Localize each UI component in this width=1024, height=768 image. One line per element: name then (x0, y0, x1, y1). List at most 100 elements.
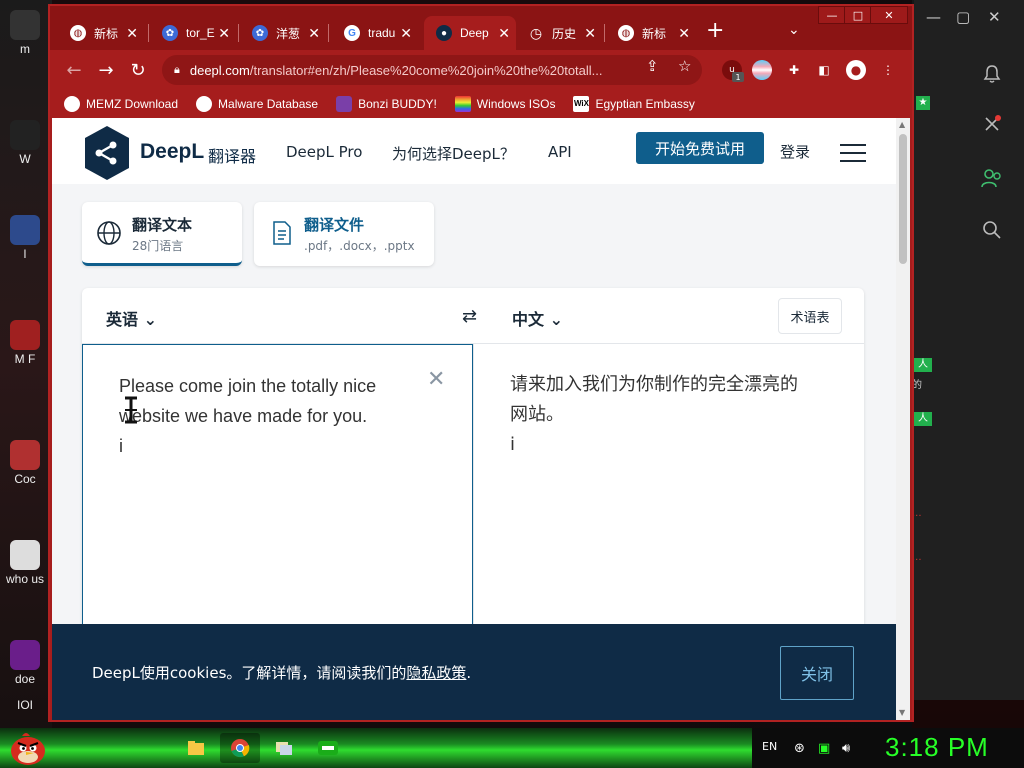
menu-kebab-icon[interactable]: ⋮ (878, 60, 898, 80)
nav-deepl-pro[interactable]: DeepL Pro (286, 143, 362, 161)
forward-arrow-icon[interactable]: → (94, 58, 118, 82)
taskbar-clock[interactable]: 3:18 PM (885, 732, 989, 763)
tab[interactable]: ✿ 洋葱 ✕ (240, 16, 326, 50)
deepl-logo-icon[interactable] (82, 124, 132, 182)
desktop-icon[interactable]: l (2, 215, 48, 261)
new-tab-button[interactable]: + (706, 20, 724, 42)
bookmark-item[interactable]: Bonzi BUDDY! (336, 96, 437, 112)
tab-active[interactable]: ● Deep ✕ (424, 16, 516, 50)
folder-icon (188, 741, 204, 755)
maximize-button[interactable]: □ (844, 6, 872, 24)
tools-icon[interactable] (976, 108, 1008, 140)
bookmarks-bar: MEMZ Download Malware Database Bonzi BUD… (50, 90, 912, 118)
target-text[interactable]: 请来加入我们为你制作的完全漂亮的网站。 i (510, 370, 810, 460)
taskbar-chrome[interactable] (220, 733, 260, 763)
bookmark-item[interactable]: MEMZ Download (64, 96, 178, 112)
input-language-indicator[interactable]: EN (762, 740, 777, 753)
minimize-icon[interactable]: — (926, 8, 941, 26)
target-text-content: 请来加入我们为你制作的完全漂亮的网站。 (510, 374, 798, 425)
close-tab-icon[interactable]: ✕ (584, 25, 596, 42)
cookie-close-button[interactable]: 关闭 (780, 646, 854, 700)
close-button[interactable]: ✕ (870, 6, 908, 24)
logo-text[interactable]: DeepL (140, 140, 204, 164)
lock-icon: 🔒︎ (174, 63, 180, 76)
profile-avatar-icon[interactable]: ● (846, 60, 866, 80)
web-page: DeepL 翻译器 DeepL Pro 为何选择DeepL？ API 开始免费试… (52, 118, 896, 720)
tab-translate-text[interactable]: 翻译文本 28门语言 (82, 202, 242, 266)
hamburger-menu-icon[interactable] (840, 144, 866, 162)
privacy-policy-link[interactable]: 隐私政策 (406, 664, 466, 682)
share-icon[interactable]: ⇪ (646, 57, 659, 75)
swap-languages-icon[interactable]: ⇄ (462, 306, 477, 327)
scrollbar-thumb[interactable] (899, 134, 907, 264)
bookmark-star-icon[interactable]: ☆ (678, 57, 691, 75)
desktop-icon[interactable]: IOI (2, 698, 48, 712)
target-language-select[interactable]: 中文 ⌄ (512, 306, 563, 330)
back-arrow-icon[interactable]: ← (62, 58, 86, 82)
bookmark-item[interactable]: Malware Database (196, 96, 318, 112)
mode-subtitle: 28门语言 (132, 239, 184, 253)
close-tab-icon[interactable]: ✕ (308, 25, 320, 42)
desktop-icon[interactable]: W (2, 120, 48, 166)
desktop-icon-label: m (20, 42, 30, 56)
search-icon[interactable] (976, 214, 1008, 246)
address-bar[interactable]: 🔒︎ deepl.com/translator#en/zh/Please%20c… (162, 55, 702, 85)
desktop-icon[interactable]: m (2, 10, 48, 56)
taskbar-app[interactable] (264, 733, 304, 763)
clear-text-icon[interactable]: ✕ (427, 367, 445, 392)
tab[interactable]: ◍ 新标 ✕ (606, 16, 696, 50)
bookmark-item[interactable]: WiX Egyptian Embassy (573, 96, 695, 112)
flag-extension-icon[interactable] (752, 60, 772, 80)
tab[interactable]: ◷ 历史 ✕ (516, 16, 602, 50)
battery-icon[interactable]: ▣ (818, 741, 830, 756)
desktop-icon[interactable]: who us (2, 540, 48, 586)
close-tab-icon[interactable]: ✕ (126, 25, 138, 42)
contacts-icon[interactable] (976, 162, 1008, 194)
tab-search-chevron-icon[interactable]: ⌄ (788, 22, 800, 38)
desktop-icon-label: doe (14, 672, 36, 686)
tab-label: 新标 (642, 26, 667, 41)
taskbar-file-explorer[interactable] (176, 733, 216, 763)
tab[interactable]: ◍ 新标 ✕ (58, 16, 144, 50)
glossary-button[interactable]: 术语表 (778, 298, 842, 334)
source-language-select[interactable]: 英语 ⌄ (106, 306, 157, 330)
nav-why-deepl[interactable]: 为何选择DeepL？ (392, 143, 515, 164)
reload-icon[interactable]: ↻ (126, 58, 150, 82)
taskbar-wechat[interactable] (308, 733, 348, 763)
start-button-angry-bird-icon[interactable] (8, 730, 48, 766)
puzzle-icon[interactable]: ✚ (784, 60, 804, 80)
scroll-down-icon[interactable]: ▼ (899, 708, 905, 717)
volume-icon[interactable]: 🔊︎ (842, 741, 850, 756)
mode-title: 翻译文本 (132, 216, 193, 234)
chevron-down-icon: ⌄ (549, 310, 563, 329)
maximize-icon[interactable]: ▢ (956, 8, 970, 26)
url-text: deepl.com/translator#en/zh/Please%20come… (190, 63, 630, 78)
desktop-icon[interactable]: M F (2, 320, 48, 366)
tab-translate-files[interactable]: 翻译文件 .pdf，.docx，.pptx (254, 202, 434, 266)
desktop-icon[interactable]: doe (2, 640, 48, 686)
close-tab-icon[interactable]: ✕ (678, 25, 690, 42)
close-tab-icon[interactable]: ✕ (218, 25, 230, 42)
bell-icon[interactable] (976, 58, 1008, 90)
tab[interactable]: ✿ tor_E ✕ (150, 16, 236, 50)
page-scrollbar[interactable]: ▲ ▼ (896, 118, 910, 720)
chat-badge: 人 (914, 412, 932, 426)
bookmark-item[interactable]: Windows ISOs (454, 96, 555, 112)
globe-icon (64, 96, 80, 112)
tab-label: tradu (368, 26, 396, 40)
close-tab-icon[interactable]: ✕ (498, 25, 510, 42)
globe-icon (97, 221, 121, 245)
scroll-up-icon[interactable]: ▲ (899, 120, 905, 129)
source-text[interactable]: Please come join the totally nice websit… (119, 371, 419, 461)
free-trial-button[interactable]: 开始免费试用 (636, 132, 764, 164)
side-panel-icon[interactable]: ◧ (814, 60, 834, 80)
close-icon[interactable]: ✕ (988, 8, 1001, 26)
close-tab-icon[interactable]: ✕ (400, 25, 412, 42)
nav-api[interactable]: API (548, 143, 572, 161)
login-link[interactable]: 登录 (780, 141, 810, 162)
globe-icon: ◍ (618, 25, 634, 41)
minimize-button[interactable]: — (818, 6, 846, 24)
tab[interactable]: G tradu ✕ (332, 16, 418, 50)
desktop-icon[interactable]: Coc (2, 440, 48, 486)
notification-icon[interactable]: ⊛ (794, 741, 805, 756)
